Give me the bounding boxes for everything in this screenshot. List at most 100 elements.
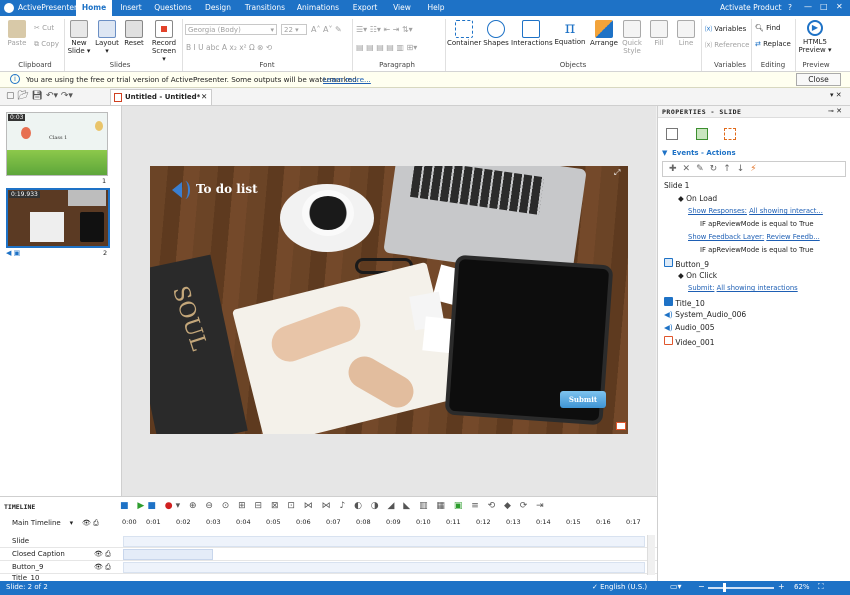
submit-action[interactable]: Submit: All showing interactions <box>688 284 798 292</box>
zoom-slider[interactable] <box>708 587 774 589</box>
move-down-icon[interactable]: ↓ <box>737 164 751 174</box>
refresh-icon[interactable]: ↻ <box>710 164 724 174</box>
container-button[interactable]: Container <box>447 20 481 47</box>
clipboard-icon <box>8 20 26 38</box>
button-9-object[interactable]: Button_9 <box>664 258 709 269</box>
move-up-icon[interactable]: ↑ <box>723 164 737 174</box>
font-size-select[interactable]: 22 ▾ <box>281 24 307 35</box>
pane-options-icon[interactable]: ▾ ✕ <box>830 91 842 99</box>
timeline-scrollbar[interactable] <box>647 535 655 575</box>
properties-tab-icon[interactable] <box>666 128 678 140</box>
reference-button[interactable]: ⒳ Reference <box>705 40 749 50</box>
view-mode-icon[interactable]: ▭▾ <box>670 582 682 591</box>
interactions-button[interactable]: Interactions <box>511 20 553 47</box>
quick-access-icons[interactable]: ▢ 📂︎ 💾︎ ↶▾ ↷▾ <box>6 91 73 101</box>
new-slide-button[interactable]: New Slide ▾ <box>66 20 92 55</box>
timeline-row-button-9[interactable]: Button_9 👁︎ ⎙ <box>0 561 657 574</box>
delete-icon[interactable]: ✕ <box>683 164 697 174</box>
on-load-event[interactable]: ◆ On Load <box>678 194 717 203</box>
main-timeline-select[interactable]: Main Timeline ▾ 👁︎ ⎙ <box>12 519 99 528</box>
line-button[interactable]: Line <box>675 20 697 47</box>
list-buttons[interactable]: ☰▾ ☷▾ ⇤ ⇥ ⇅▾ <box>356 25 413 34</box>
wand-icon[interactable]: ⚡︎ <box>750 164 762 174</box>
layout-button[interactable]: Layout ▾ <box>94 20 120 55</box>
paste-button[interactable]: Paste <box>4 20 30 47</box>
zoom-in-button[interactable]: + <box>778 582 785 591</box>
tab-design[interactable]: Design <box>200 0 236 16</box>
fill-button[interactable]: Fill <box>648 20 670 47</box>
zoom-slider-thumb[interactable] <box>723 583 726 592</box>
slide-canvas[interactable]: SOUL To do list Submit ⤢ <box>150 166 628 434</box>
on-click-event[interactable]: ◆ On Click <box>678 271 717 280</box>
variables-button[interactable]: ⒳ Variables <box>705 24 746 34</box>
document-icon <box>114 93 122 102</box>
maximize-button[interactable]: □ <box>820 2 828 11</box>
title-10-object[interactable]: Title_10 <box>664 297 705 308</box>
quick-style-button[interactable]: Quick Style <box>620 20 644 55</box>
tab-transitions[interactable]: Transitions <box>242 0 288 16</box>
reset-button[interactable]: Reset <box>122 20 146 47</box>
event-slide-label[interactable]: Slide 1 <box>664 181 689 190</box>
slide-thumbnail-2[interactable]: 0:19.933 <box>6 188 110 248</box>
timeline-row-closed-caption[interactable]: Closed Caption 👁︎ ⎙ <box>0 548 657 561</box>
eye-lock-icons[interactable]: 👁︎ ⎙ <box>94 563 111 572</box>
timeline-tick: 0:06 <box>296 518 311 526</box>
close-info-button[interactable]: Close <box>796 73 841 86</box>
record-screen-button[interactable]: Record Screen ▾ <box>150 20 178 63</box>
arrange-icon <box>595 20 613 38</box>
show-feedback-action[interactable]: Show Feedback Layer: Review Feedb... <box>688 233 820 241</box>
expand-icon[interactable]: ⤢ <box>614 168 620 178</box>
zoom-out-button[interactable]: − <box>698 582 705 591</box>
add-icon[interactable]: ✚ <box>669 164 683 174</box>
tab-questions[interactable]: Questions <box>152 0 194 16</box>
slide-title[interactable]: To do list <box>196 182 258 196</box>
learn-more-link[interactable]: Learn more... <box>323 75 371 84</box>
find-button[interactable]: 🔍︎ Find <box>755 24 780 32</box>
tab-help[interactable]: Help <box>422 0 450 16</box>
timeline-tick: 0:16 <box>596 518 611 526</box>
tab-view[interactable]: View <box>388 0 416 16</box>
layout-icon <box>98 20 116 38</box>
font-grow-shrink-buttons[interactable]: A˄ A˅ ✎ <box>311 25 342 34</box>
panel-pin-close-icon[interactable]: ⊸ ✕ <box>828 107 842 115</box>
tab-export[interactable]: Export <box>348 0 382 16</box>
edit-icon[interactable]: ✎ <box>696 164 710 174</box>
audio-005-object[interactable]: ◀︎) Audio_005 <box>664 323 714 332</box>
slide-thumbnail-1[interactable]: 0:03 Class 1 <box>6 112 108 176</box>
shapes-button[interactable]: Shapes <box>482 20 510 47</box>
arrange-button[interactable]: Arrange <box>589 20 619 47</box>
cut-button[interactable]: ✂ Cut <box>34 24 54 32</box>
equation-button[interactable]: π Equation <box>553 18 587 46</box>
timeline-toolbar[interactable]: ■ ▶■ ●▾ ⊕ ⊖ ⊙ ⊞ ⊟ ⊠ ⊡ ⋈ ⋈ ♪ ◐ ◑ ◢ ◣ ▥ ▦ … <box>120 501 547 511</box>
replace-button[interactable]: ⇄ Replace <box>755 40 791 48</box>
tab-animations[interactable]: Animations <box>294 0 342 16</box>
interaction-tab-icon[interactable] <box>724 128 736 140</box>
submit-button[interactable]: Submit <box>560 391 606 408</box>
timeline-tick: 0:04 <box>236 518 251 526</box>
align-buttons[interactable]: ▤ ▤ ▤ ▤ ▥ ⊞▾ <box>356 43 417 52</box>
language-indicator[interactable]: ✓ English (U.S.) <box>592 583 647 591</box>
slide-1-number: 1 <box>102 177 107 185</box>
show-responses-action[interactable]: Show Responses: All showing interact... <box>688 207 823 215</box>
close-doc-button[interactable]: ✕ <box>201 92 207 101</box>
copy-button[interactable]: ⧉ Copy <box>34 40 59 49</box>
font-family-select[interactable]: Georgia (Body) ▾ <box>185 24 277 35</box>
events-tab-icon[interactable] <box>696 128 708 140</box>
help-icon[interactable]: ? <box>788 3 792 12</box>
system-audio-object[interactable]: ◀︎) System_Audio_006 <box>664 310 746 319</box>
font-format-buttons[interactable]: B I U abc A x₂ x² Ω ⊗ ⟲ <box>186 43 272 52</box>
minimize-button[interactable]: — <box>804 2 812 11</box>
tab-insert[interactable]: Insert <box>116 0 146 16</box>
fit-window-icon[interactable]: ⛶ <box>818 582 824 592</box>
timeline-ruler[interactable]: 0:00 0:01 0:02 0:03 0:04 0:05 0:06 0:07 … <box>122 517 657 529</box>
events-section-header[interactable]: ▼ Events - Actions <box>658 148 850 159</box>
activate-product-link[interactable]: Activate Product <box>720 3 782 12</box>
tab-home[interactable]: Home <box>76 0 112 16</box>
video-001-object[interactable]: Video_001 <box>664 336 714 347</box>
close-window-button[interactable]: ✕ <box>836 2 843 11</box>
eye-lock-icons[interactable]: 👁︎ ⎙ <box>94 550 111 559</box>
condition-review-2: IF apReviewMode is equal to True <box>700 246 814 254</box>
document-tab[interactable]: Untitled - Untitled* ✕ <box>110 89 212 105</box>
timeline-row-slide[interactable]: Slide <box>0 535 657 548</box>
html5-preview-button[interactable]: ▶ HTML5 Preview ▾ <box>798 20 832 54</box>
